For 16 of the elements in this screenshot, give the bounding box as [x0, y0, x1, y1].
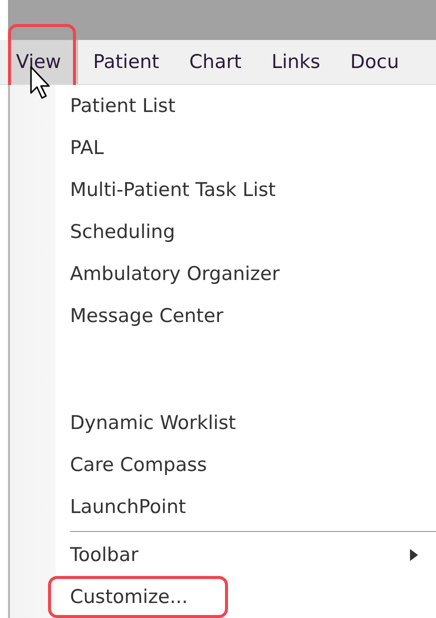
submenu-arrow-icon — [410, 549, 418, 561]
menu-item[interactable]: Care Compass — [10, 444, 436, 486]
menu-item[interactable]: LaunchPoint — [10, 486, 436, 528]
menu-item[interactable]: Multi-Patient Task List — [10, 169, 436, 211]
menu-item[interactable]: Toolbar — [10, 534, 436, 576]
menu-item[interactable]: Scheduling — [10, 211, 436, 253]
menu-bar-item[interactable]: Patient — [78, 40, 174, 84]
menu-bar-item[interactable]: Chart — [174, 40, 256, 84]
menu-item[interactable]: Ambulatory Organizer — [10, 253, 436, 295]
menu-item[interactable]: Dynamic Worklist — [10, 402, 436, 444]
menu-item[interactable]: Message Center — [10, 295, 436, 337]
menu-bar-item[interactable]: Docu — [335, 40, 414, 84]
menu-item[interactable]: PAL — [10, 127, 436, 169]
menu-bar-item[interactable]: Links — [256, 40, 336, 84]
menu-item[interactable]: Patient List — [10, 85, 436, 127]
menu-item[interactable]: Customize... — [10, 576, 436, 618]
